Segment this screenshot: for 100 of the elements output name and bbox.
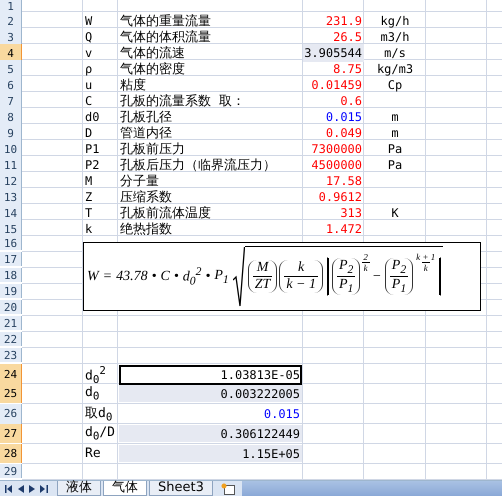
value-cell[interactable]: 231.9 xyxy=(303,12,364,30)
row-header[interactable]: 1 xyxy=(0,0,22,13)
first-sheet-icon[interactable] xyxy=(5,484,13,492)
row-header[interactable]: 23 xyxy=(0,348,22,362)
row-header[interactable]: 18 xyxy=(0,268,22,282)
row-header[interactable]: 17 xyxy=(0,252,22,266)
denominator: P$_{1}$ xyxy=(336,276,356,295)
formula-term: • xyxy=(205,268,210,284)
unit-cell: Pa xyxy=(388,158,402,172)
numerator: P$_{2}$ xyxy=(338,258,354,276)
exponent-denominator: k xyxy=(422,262,430,274)
value-cell[interactable]: 1.472 xyxy=(303,220,364,238)
symbol-cell: P1 xyxy=(85,142,100,156)
symbol-cell: Q xyxy=(85,30,92,44)
symbol-cell: u xyxy=(85,78,92,92)
row-header[interactable]: 19 xyxy=(0,284,22,298)
row-header[interactable]: 21 xyxy=(0,316,22,330)
label-cell: d$_{0}$/D xyxy=(85,424,116,442)
unit-cell: m/s xyxy=(384,46,406,60)
last-sheet-icon[interactable] xyxy=(40,484,48,492)
formula-term: P$_{1}$ xyxy=(214,268,229,286)
label-cell-text: 取d$_{0}$ xyxy=(85,405,112,424)
value-cell[interactable]: 17.58 xyxy=(303,172,364,190)
row-header[interactable]: 25 xyxy=(0,384,22,403)
denominator: ZT xyxy=(252,276,272,293)
sheet-tab[interactable]: Sheet3 xyxy=(149,481,213,496)
numerator: k xyxy=(297,260,306,276)
unit-cell: m3/h xyxy=(380,30,410,44)
unit-cell: K xyxy=(391,206,399,220)
value-cell[interactable]: 0.01459 xyxy=(303,76,364,94)
label-cell-text: 分子量 xyxy=(120,173,159,190)
unit-cell: m xyxy=(391,110,399,124)
value-cell[interactable]: 1.03813E-05 xyxy=(119,365,302,385)
numerator: P$_{2}$ xyxy=(390,258,408,276)
unit-cell: kg/m3 xyxy=(376,62,414,76)
formula-term: • xyxy=(152,268,157,284)
symbol-cell: M xyxy=(85,174,92,188)
insert-sheet-icon[interactable] xyxy=(220,482,236,494)
value-cell[interactable]: 26.5 xyxy=(303,28,364,46)
label-cell: d$_{0}$ xyxy=(85,384,100,402)
value-cell[interactable]: 1.15E+05 xyxy=(119,445,302,462)
sheet-tab[interactable]: 液体 xyxy=(57,481,101,496)
row-header[interactable]: 29 xyxy=(0,464,22,478)
value-cell[interactable]: 0.003222005 xyxy=(119,385,302,402)
label-cell-text: 绝热指数 xyxy=(120,221,172,238)
label-cell-text: 气体的体积流量 xyxy=(120,29,211,46)
formula-term: • xyxy=(174,268,179,284)
symbol-cell: v xyxy=(85,46,92,60)
row-header[interactable]: 28 xyxy=(0,444,22,463)
exponent-denominator: k xyxy=(362,262,370,274)
formula-operator: − xyxy=(372,268,381,284)
label-cell-text: 气体的流速 xyxy=(120,45,185,62)
label-cell-text: 粘度 xyxy=(120,77,146,94)
unit-cell: kg/h xyxy=(380,14,410,28)
value-cell[interactable]: 313 xyxy=(303,204,364,222)
symbol-cell: d0 xyxy=(85,110,100,124)
unit-cell: Pa xyxy=(388,142,402,156)
symbol-cell: T xyxy=(85,206,92,220)
symbol-cell: k xyxy=(85,222,92,236)
row-header[interactable]: 24 xyxy=(0,364,22,386)
formula-term: 43.78 xyxy=(116,268,148,284)
symbol-cell: W xyxy=(85,14,92,28)
row-header[interactable]: 26 xyxy=(0,404,22,424)
next-sheet-icon[interactable] xyxy=(29,484,35,492)
value-cell[interactable]: 0.6 xyxy=(303,92,364,110)
label-cell-text: 压缩系数 xyxy=(120,189,172,206)
value-cell[interactable]: 8.75 xyxy=(303,60,364,78)
label-cell-text: 孔板孔径 xyxy=(120,109,172,126)
symbol-cell: ρ xyxy=(85,62,92,76)
symbol-cell: Z xyxy=(85,190,92,204)
unit-cell: Cp xyxy=(388,78,402,92)
value-cell[interactable]: 0.306122449 xyxy=(119,425,302,442)
formula-term: = xyxy=(102,268,112,284)
value-cell[interactable]: 3.905544 xyxy=(303,44,364,62)
value-cell[interactable]: 0.015 xyxy=(303,108,364,126)
row-header[interactable]: 16 xyxy=(0,236,22,250)
exponent-numerator: k + 1 xyxy=(415,252,436,262)
previous-sheet-icon[interactable] xyxy=(18,484,24,492)
unit-cell: m xyxy=(391,126,399,140)
denominator: P$_{1}$ xyxy=(390,276,408,295)
formula-term: C xyxy=(160,268,170,284)
value-cell[interactable]: 4500000 xyxy=(303,156,364,174)
radical-sign-icon xyxy=(232,246,245,308)
symbol-cell: D xyxy=(85,126,92,140)
label-cell-text: 气体的密度 xyxy=(120,61,185,78)
numerator: M xyxy=(256,260,270,276)
denominator: k − 1 xyxy=(284,276,318,293)
label-cell-text: 气体的重量流量 xyxy=(120,13,211,30)
row-header[interactable]: 22 xyxy=(0,332,22,346)
formula-term: W xyxy=(87,268,99,284)
row-header[interactable]: 20 xyxy=(0,300,22,314)
symbol-cell: C xyxy=(85,94,92,108)
value-cell[interactable]: 0.9612 xyxy=(303,188,364,206)
value-cell[interactable]: 0.015 xyxy=(119,405,302,423)
value-cell[interactable]: 0.049 xyxy=(303,124,364,142)
sheet-tab[interactable]: 气体 xyxy=(103,481,147,496)
value-cell[interactable]: 7300000 xyxy=(303,140,364,158)
horizontal-scrollbar[interactable] xyxy=(242,481,502,496)
row-header[interactable]: 27 xyxy=(0,424,22,443)
label-cell-text: 管道内径 xyxy=(120,125,172,142)
